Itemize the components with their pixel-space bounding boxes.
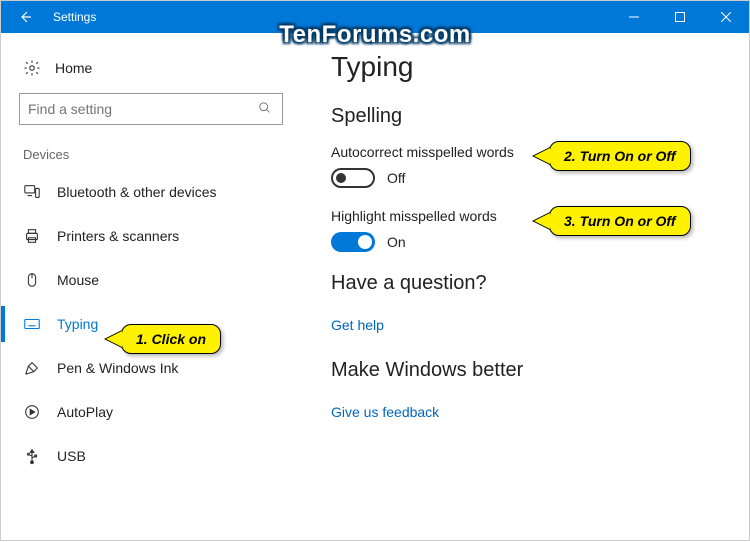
callout-1: 1. Click on	[121, 324, 221, 354]
sidebar-item-printers[interactable]: Printers & scanners	[1, 214, 301, 258]
callout-3: 3. Turn On or Off	[549, 206, 691, 236]
close-button[interactable]	[703, 1, 749, 33]
usb-icon	[23, 447, 41, 465]
home-label: Home	[55, 60, 92, 76]
sidebar-item-bluetooth[interactable]: Bluetooth & other devices	[1, 170, 301, 214]
minimize-button[interactable]	[611, 1, 657, 33]
question-heading: Have a question?	[331, 272, 729, 295]
search-field[interactable]	[28, 101, 258, 117]
gear-icon	[23, 59, 41, 77]
sidebar-item-autoplay[interactable]: AutoPlay	[1, 390, 301, 434]
window-title: Settings	[49, 10, 96, 24]
autocorrect-toggle[interactable]	[331, 168, 375, 188]
sidebar-item-label: Printers & scanners	[57, 228, 179, 244]
titlebar: Settings	[1, 1, 749, 33]
page-title: Typing	[331, 51, 729, 83]
spelling-heading: Spelling	[331, 105, 729, 128]
autoplay-icon	[23, 403, 41, 421]
home-button[interactable]: Home	[1, 51, 301, 87]
autocorrect-state: Off	[387, 170, 405, 186]
sidebar-item-usb[interactable]: USB	[1, 434, 301, 478]
sidebar-item-label: Mouse	[57, 272, 99, 288]
callout-2: 2. Turn On or Off	[549, 141, 691, 171]
pen-icon	[23, 359, 41, 377]
main-content: Typing Spelling Autocorrect misspelled w…	[301, 33, 749, 542]
search-input[interactable]	[19, 93, 283, 125]
sidebar-item-label: USB	[57, 448, 86, 464]
back-button[interactable]	[1, 1, 49, 33]
sidebar-item-mouse[interactable]: Mouse	[1, 258, 301, 302]
sidebar: Home Devices Bluetooth & other devices P…	[1, 33, 301, 542]
get-help-link[interactable]: Get help	[331, 317, 384, 333]
sidebar-item-label: AutoPlay	[57, 404, 113, 420]
sidebar-item-label: Typing	[57, 316, 98, 332]
maximize-button[interactable]	[657, 1, 703, 33]
mouse-icon	[23, 271, 41, 289]
better-heading: Make Windows better	[331, 359, 729, 382]
feedback-link[interactable]: Give us feedback	[331, 404, 439, 420]
highlight-state: On	[387, 234, 406, 250]
devices-icon	[23, 183, 41, 201]
sidebar-item-label: Pen & Windows Ink	[57, 360, 178, 376]
keyboard-icon	[23, 315, 41, 333]
search-icon	[258, 101, 274, 117]
printer-icon	[23, 227, 41, 245]
sidebar-item-label: Bluetooth & other devices	[57, 184, 217, 200]
highlight-toggle[interactable]	[331, 232, 375, 252]
section-label: Devices	[1, 143, 301, 170]
